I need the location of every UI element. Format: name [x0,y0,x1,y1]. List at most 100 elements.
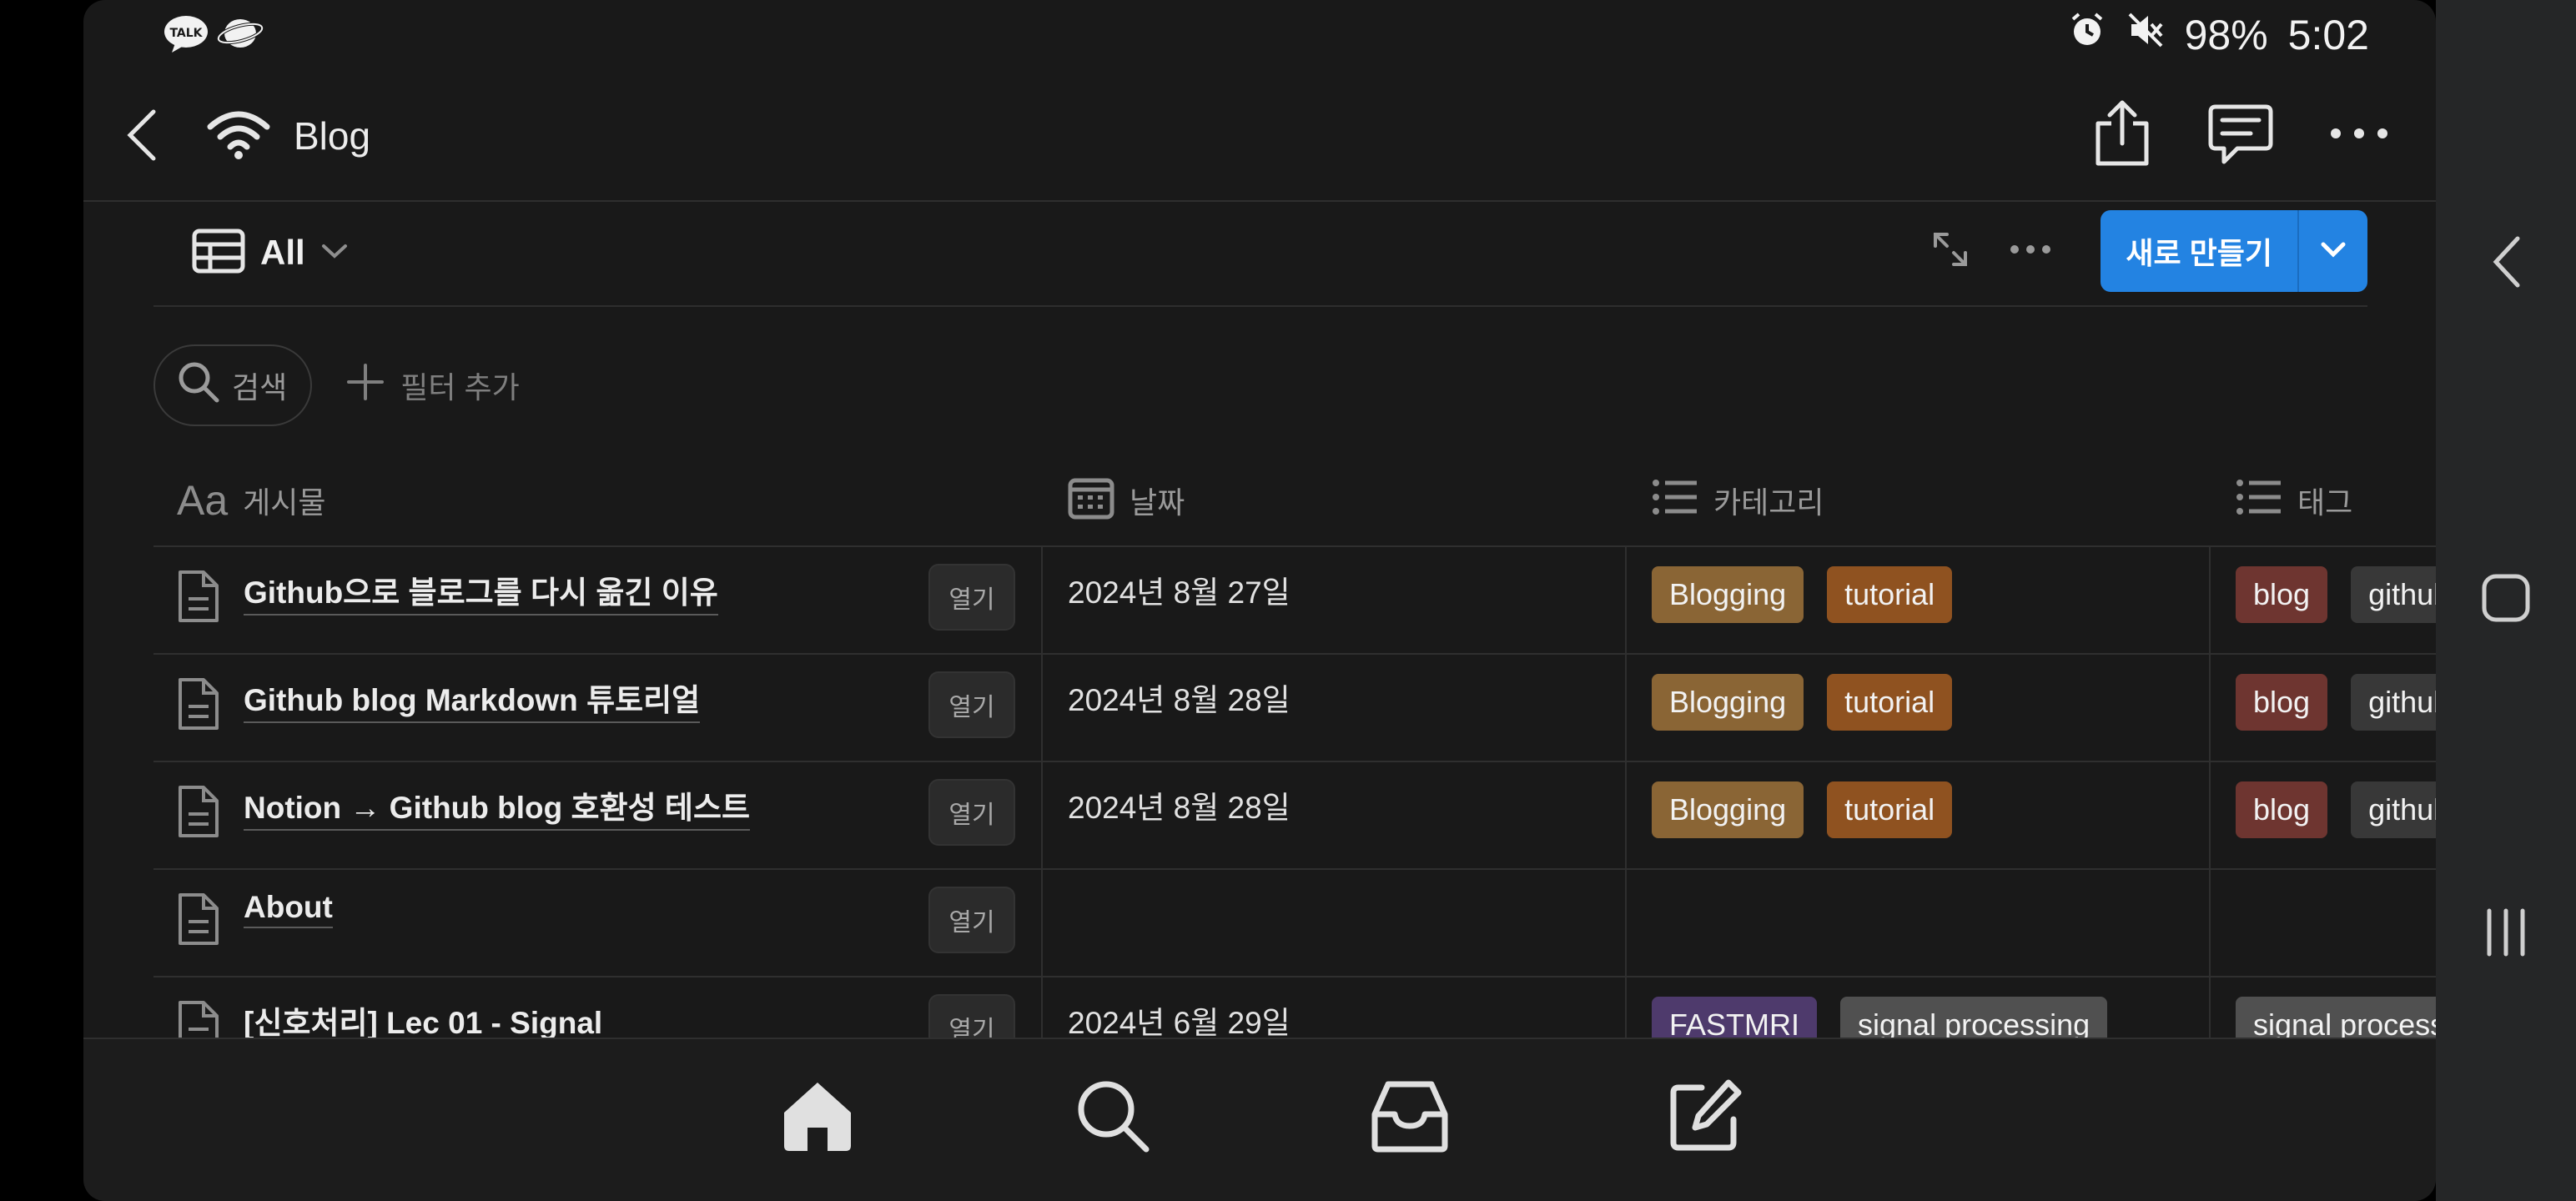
page-title-link[interactable]: Notion → Github blog 호환성 테스트 [244,782,751,831]
app-screen: TALK 98% 5:02 Blog All 새로 만들기 검색 필터 추가 A… [83,0,2436,1201]
share-button[interactable] [2082,95,2162,175]
battery-text: 98% [2184,12,2268,58]
new-page-button-group: 새로 만들기 [2101,210,2367,292]
home-tab[interactable] [777,1076,858,1160]
open-button[interactable]: 열기 [928,779,1015,846]
kakaotalk-icon: TALK [164,15,209,58]
more-options-button[interactable] [2319,95,2399,175]
date-value: 2024년 8월 27일 [1068,575,1291,610]
column-header-date[interactable]: 날짜 [1068,454,1185,547]
view-label: All [260,233,305,272]
category-chip: Blogging [1652,781,1804,838]
compose-icon [1665,1079,1745,1159]
document-icon [175,892,220,951]
tag-cell[interactable]: blog github [2211,655,2436,761]
new-page-button[interactable]: 새로 만들기 [2101,210,2299,292]
open-button[interactable]: 열기 [928,887,1015,953]
table-row[interactable]: Github으로 블로그를 다시 옮긴 이유 열기 2024년 8월 27일 B… [153,547,2436,655]
document-icon [175,569,220,628]
expand-icon [1930,229,1970,274]
column-label: 날짜 [1130,485,1185,520]
page-header: Blog [83,83,2436,200]
view-selector[interactable]: All [192,224,349,282]
category-cell[interactable] [1627,870,2208,976]
title-aa-icon: Aa [177,477,229,524]
search-tab[interactable] [1073,1076,1153,1160]
view-toolbar: All 새로 만들기 [153,207,2367,307]
table-row[interactable]: About 열기 [153,870,2436,977]
list-icon [1652,478,1698,524]
date-cell[interactable]: 2024년 8월 28일 [1043,762,1625,868]
recents-icon [2483,908,2529,961]
back-icon [2489,236,2523,292]
tag-chip: github [2351,781,2436,838]
database-table: Aa 게시물 날짜 카테고리 태그 Github으로 블로그를 다시 옮긴 이유… [153,454,2436,1085]
status-bar: TALK 98% 5:02 [83,0,2436,70]
document-icon [175,784,220,843]
title-cell: Notion → Github blog 호환성 테스트 열기 [153,762,1040,868]
back-button[interactable] [123,108,160,166]
column-label: 카테고리 [1713,485,1824,520]
tag-cell[interactable]: blog github [2211,762,2436,868]
svg-text:TALK: TALK [169,27,203,40]
date-value: 2024년 8월 28일 [1068,683,1291,717]
category-cell[interactable]: Blogging tutorial [1627,762,2208,868]
tag-cell[interactable] [2211,870,2436,976]
category-cell[interactable]: Blogging tutorial [1627,547,2208,653]
date-value: 2024년 8월 28일 [1068,791,1291,825]
tag-chip: blog [2236,566,2328,623]
comment-icon [2207,102,2274,169]
bottom-navigation [83,1038,2436,1201]
compose-tab[interactable] [1665,1076,1745,1160]
column-header-category[interactable]: 카테고리 [1652,454,1824,547]
system-back-button[interactable] [2489,235,2523,293]
title-cell: About 열기 [153,870,1040,976]
page-title-link[interactable]: Github으로 블로그를 다시 옮긴 이유 [244,567,718,616]
system-navigation-bar [2436,0,2576,1201]
calendar-icon [1068,475,1114,527]
column-header-title[interactable]: Aa 게시물 [177,454,326,547]
add-filter-label: 필터 추가 [400,370,520,405]
date-cell[interactable] [1043,870,1625,976]
date-cell[interactable]: 2024년 8월 28일 [1043,655,1625,761]
inbox-tab[interactable] [1366,1076,1453,1160]
mute-icon [2126,11,2165,59]
category-chip: Blogging [1652,674,1804,731]
open-button[interactable]: 열기 [928,671,1015,738]
table-row[interactable]: Notion → Github blog 호환성 테스트 열기 2024년 8월… [153,762,2436,870]
page-title: Blog [294,114,371,158]
system-home-button[interactable] [2482,574,2530,626]
table-row[interactable]: Github blog Markdown 튜토리얼 열기 2024년 8월 28… [153,655,2436,762]
page-title-link[interactable]: Github blog Markdown 튜토리얼 [244,675,701,723]
open-button[interactable]: 열기 [928,564,1015,631]
search-button[interactable]: 검색 [153,344,313,426]
tag-chip: blog [2236,674,2328,731]
wifi-icon [207,110,270,164]
title-cell: Github blog Markdown 튜토리얼 열기 [153,655,1040,761]
view-divider [153,305,2367,307]
add-filter-button[interactable]: 필터 추가 [345,362,520,410]
expand-button[interactable] [1910,211,1990,291]
column-label: 태그 [2297,485,2353,520]
category-cell[interactable]: Blogging tutorial [1627,655,2208,761]
system-recents-button[interactable] [2483,907,2529,962]
search-icon [177,360,220,411]
list-icon [2236,478,2282,524]
view-options-button[interactable] [1990,211,2070,291]
new-page-dropdown[interactable] [2299,210,2367,292]
search-label: 검색 [232,370,288,405]
chevron-down-icon [320,242,349,264]
chevron-down-icon [2320,241,2347,262]
table-header: Aa 게시물 날짜 카테고리 태그 [153,454,2436,547]
tag-chip: github [2351,566,2436,623]
clock-text: 5:02 [2287,12,2369,58]
title-cell: Github으로 블로그를 다시 옮긴 이유 열기 [153,547,1040,653]
share-icon [2093,98,2151,173]
column-header-tags[interactable]: 태그 [2236,454,2352,547]
tag-cell[interactable]: blog github [2211,547,2436,653]
category-chip: tutorial [1827,674,1953,731]
date-cell[interactable]: 2024년 8월 27일 [1043,547,1625,653]
page-title-link[interactable]: About [244,890,333,928]
table-view-icon [192,229,245,278]
comments-button[interactable] [2201,95,2281,175]
